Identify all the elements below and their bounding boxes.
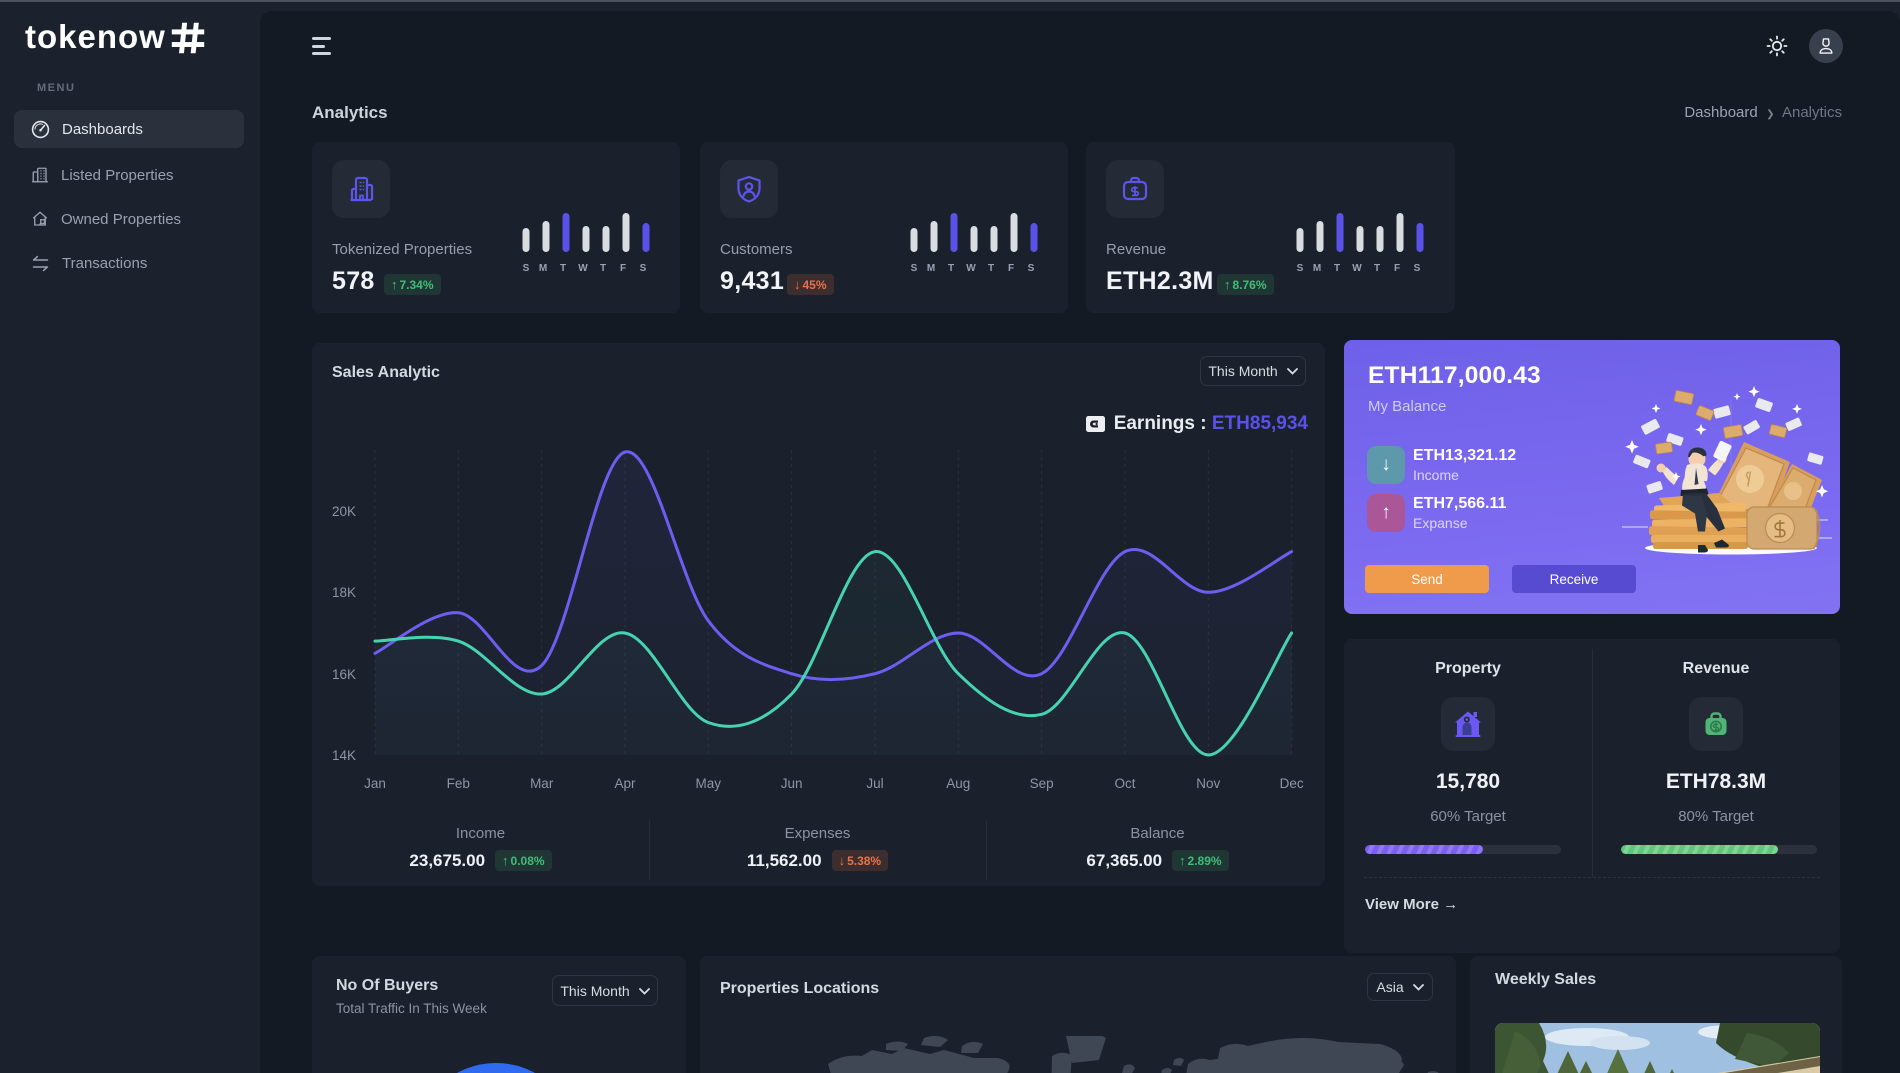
svg-text:Jan: Jan (364, 776, 386, 791)
svg-text:20K: 20K (332, 504, 356, 519)
svg-text:May: May (696, 776, 722, 791)
svg-text:Mar: Mar (530, 776, 554, 791)
svg-text:Jun: Jun (781, 776, 803, 791)
svg-text:Apr: Apr (614, 776, 636, 791)
svg-text:16K: 16K (332, 667, 356, 682)
svg-text:18K: 18K (332, 585, 356, 600)
svg-text:Aug: Aug (946, 776, 970, 791)
svg-text:Feb: Feb (447, 776, 470, 791)
svg-text:Nov: Nov (1196, 776, 1220, 791)
svg-text:Oct: Oct (1114, 776, 1135, 791)
svg-text:14K: 14K (332, 748, 356, 763)
svg-text:Sep: Sep (1030, 776, 1054, 791)
svg-text:Dec: Dec (1280, 776, 1304, 791)
svg-text:Jul: Jul (866, 776, 883, 791)
